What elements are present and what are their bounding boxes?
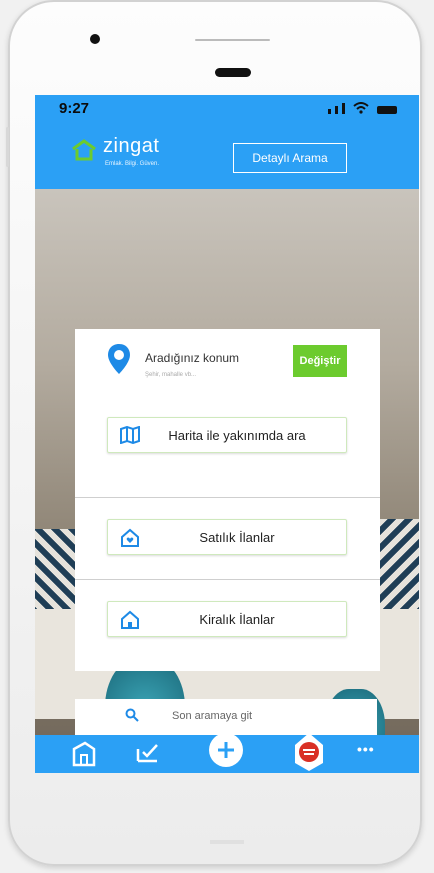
recent-search-label: Son aramaya git	[172, 710, 253, 722]
front-camera	[90, 34, 100, 44]
status-time: 9:27	[59, 100, 90, 117]
phone-speaker-line	[195, 39, 270, 41]
more-tab[interactable]: •••	[357, 741, 375, 757]
detailed-search-button[interactable]: Detaylı Arama	[233, 143, 347, 173]
map-nearby-button[interactable]: Harita ile yakınımda ara	[107, 417, 347, 453]
brand-logo[interactable]: zingat Emlak. Bilgi. Güven.	[71, 135, 159, 167]
status-icons	[328, 102, 397, 114]
house-logo-icon	[72, 139, 96, 161]
location-pin-icon	[106, 343, 132, 380]
divider	[75, 497, 380, 498]
brand-tagline: Emlak. Bilgi. Güven.	[105, 161, 160, 167]
change-location-button[interactable]: Değiştir	[293, 345, 347, 377]
bottom-tab-bar: •••	[35, 733, 419, 773]
phone-earpiece	[215, 68, 251, 77]
map-nearby-label: Harita ile yakınımda ara	[168, 428, 306, 443]
battery-icon	[377, 106, 397, 114]
campaign-badge-icon	[295, 733, 323, 771]
favorites-tab[interactable]	[135, 741, 161, 768]
for-rent-button[interactable]: Kiralık İlanlar	[107, 601, 347, 637]
add-listing-button[interactable]	[209, 733, 243, 767]
app-screen: 9:27 zingat Emlak. Bilgi. Güven. Detaylı…	[35, 95, 419, 773]
for-sale-label: Satılık İlanlar	[199, 530, 275, 545]
background-photo: Aradığınız konum Şehir, mahalle vb... De…	[35, 189, 419, 773]
plus-icon	[218, 742, 234, 758]
signal-bar	[335, 106, 338, 114]
signal-icon	[328, 109, 331, 114]
for-sale-button[interactable]: Satılık İlanlar	[107, 519, 347, 555]
signal-bar	[342, 103, 345, 114]
app-header: zingat Emlak. Bilgi. Güven. Detaylı Aram…	[35, 123, 419, 189]
checkmark-house-icon	[136, 744, 158, 763]
location-title[interactable]: Aradığınız konum	[145, 351, 239, 365]
home-icon	[72, 741, 96, 767]
divider	[75, 579, 380, 580]
search-options-card: Aradığınız konum Şehir, mahalle vb... De…	[75, 329, 380, 671]
home-tab[interactable]	[71, 741, 97, 772]
wifi-icon	[353, 102, 369, 114]
campaign-tab[interactable]	[291, 729, 327, 773]
phone-side-button	[6, 127, 9, 167]
brand-name: zingat	[103, 135, 160, 157]
status-bar: 9:27	[35, 95, 419, 123]
for-rent-label: Kiralık İlanlar	[199, 612, 275, 627]
phone-bottom-detail	[210, 840, 244, 844]
search-icon	[125, 708, 139, 727]
location-hint: Şehir, mahalle vb...	[145, 372, 197, 378]
recent-search-bar[interactable]: Son aramaya git	[75, 699, 377, 735]
